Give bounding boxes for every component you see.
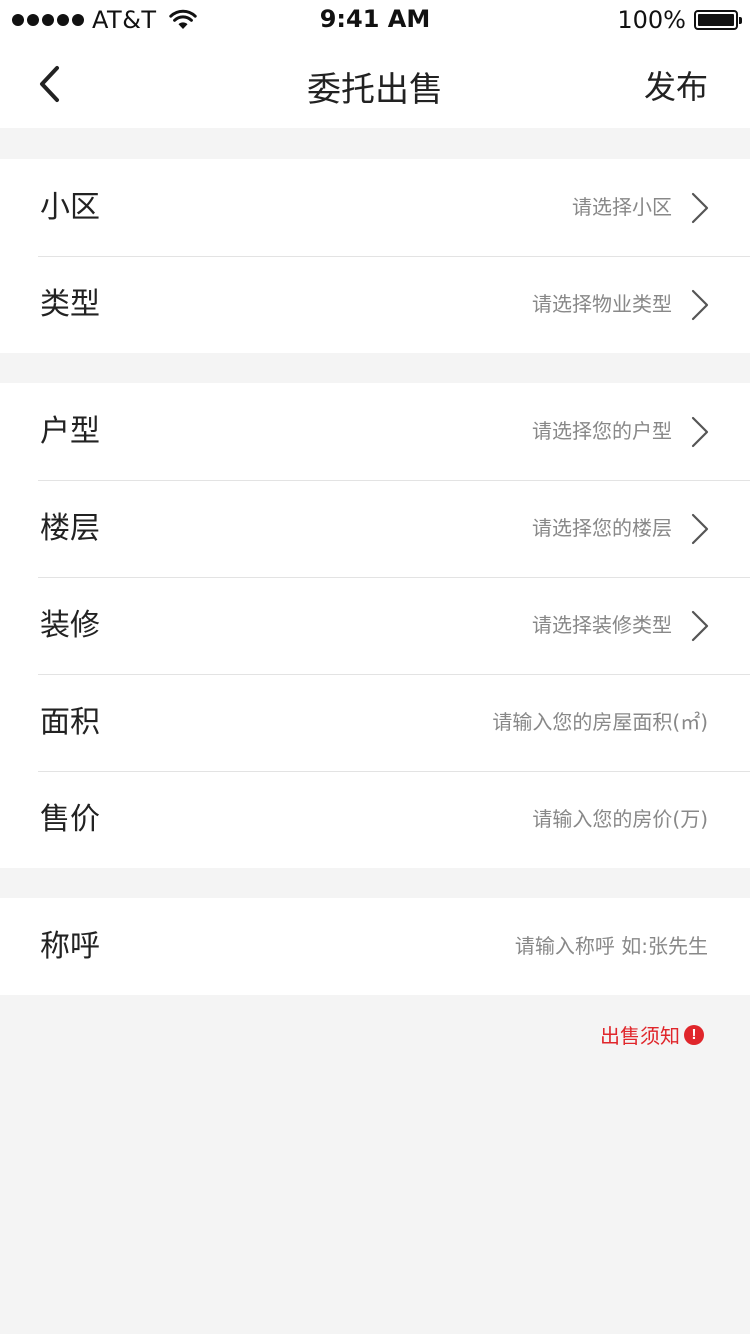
chevron-right-icon xyxy=(691,192,709,224)
row-label: 面积 xyxy=(40,705,100,740)
sale-notice-link[interactable]: 出售须知 ! xyxy=(600,1020,704,1049)
name-input[interactable]: 请输入称呼 如:张先生 xyxy=(515,898,708,995)
row-label: 小区 xyxy=(40,190,100,225)
row-label: 装修 xyxy=(40,608,100,643)
row-label: 类型 xyxy=(40,287,100,322)
row-placeholder: 请选择物业类型 xyxy=(532,292,672,316)
row-placeholder: 请选择小区 xyxy=(572,195,672,219)
status-bar: AT&T 9:41 AM 100% xyxy=(0,0,750,40)
navigation-bar: 委托出售 发布 xyxy=(0,40,750,128)
row-community[interactable]: 小区 请选择小区 xyxy=(0,159,750,256)
alert-icon: ! xyxy=(684,1024,704,1045)
row-placeholder: 请选择您的户型 xyxy=(532,419,672,443)
row-label: 户型 xyxy=(40,414,100,449)
row-name[interactable]: 称呼 请输入称呼 如:张先生 xyxy=(0,898,750,995)
form-group-contact: 称呼 请输入称呼 如:张先生 xyxy=(0,898,750,995)
page-title: 委托出售 xyxy=(307,70,443,110)
row-placeholder: 请选择您的楼层 xyxy=(532,516,672,540)
row-label: 楼层 xyxy=(40,511,100,546)
row-label: 称呼 xyxy=(40,929,100,964)
row-layout[interactable]: 户型 请选择您的户型 xyxy=(0,383,750,480)
chevron-right-icon xyxy=(691,513,709,545)
row-placeholder: 请选择装修类型 xyxy=(532,613,672,637)
row-decoration[interactable]: 装修 请选择装修类型 xyxy=(0,577,750,674)
chevron-right-icon xyxy=(691,289,709,321)
row-area[interactable]: 面积 请输入您的房屋面积(㎡) xyxy=(0,674,750,771)
chevron-right-icon xyxy=(691,416,709,448)
battery-icon xyxy=(694,10,742,30)
row-property-type[interactable]: 类型 请选择物业类型 xyxy=(0,256,750,353)
battery-percentage: 100% xyxy=(617,6,686,34)
row-label: 售价 xyxy=(40,802,100,837)
price-input[interactable]: 请输入您的房价(万) xyxy=(532,771,708,868)
sale-notice-label: 出售须知 xyxy=(600,1024,680,1048)
form-group-house-details: 户型 请选择您的户型 楼层 请选择您的楼层 装修 请选择装修类型 面积 请输入您… xyxy=(0,383,750,868)
chevron-right-icon xyxy=(691,610,709,642)
row-floor[interactable]: 楼层 请选择您的楼层 xyxy=(0,480,750,577)
publish-button[interactable]: 发布 xyxy=(644,62,708,108)
row-price[interactable]: 售价 请输入您的房价(万) xyxy=(0,771,750,868)
area-input[interactable]: 请输入您的房屋面积(㎡) xyxy=(492,674,708,771)
form-group-location: 小区 请选择小区 类型 请选择物业类型 xyxy=(0,159,750,353)
status-right: 100% xyxy=(617,6,742,34)
